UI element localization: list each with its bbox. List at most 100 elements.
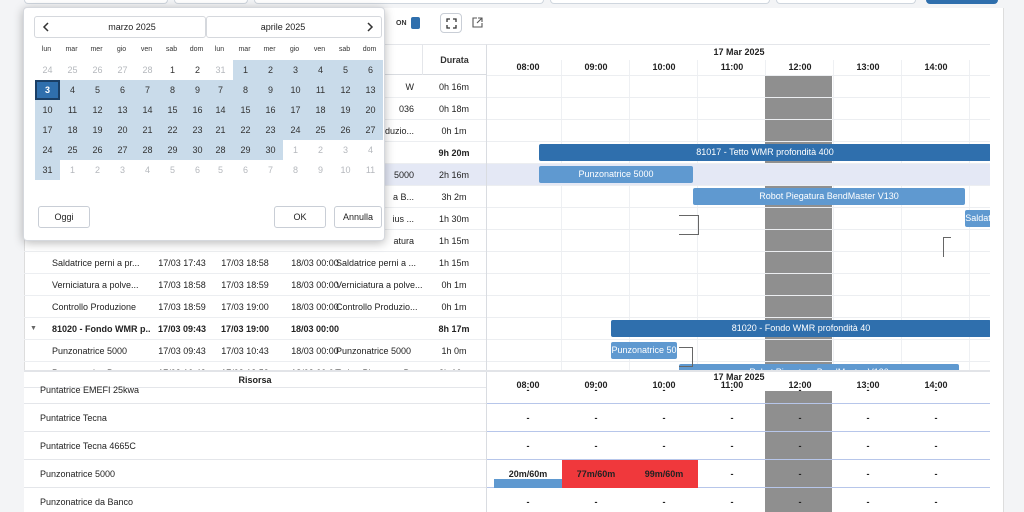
calendar-day[interactable]: 22 bbox=[160, 120, 185, 140]
prev-month-button[interactable] bbox=[35, 17, 57, 37]
calendar-day[interactable]: 14 bbox=[208, 100, 233, 120]
calendar-day[interactable]: 18 bbox=[60, 120, 85, 140]
summary-bar[interactable]: 81017 - Tetto WMR profondità 400 bbox=[539, 144, 990, 161]
calendar-day[interactable]: 5 bbox=[160, 160, 185, 180]
calendar-day[interactable]: 15 bbox=[160, 100, 185, 120]
calendar-day[interactable]: 6 bbox=[233, 160, 258, 180]
duration-header[interactable]: Durata bbox=[422, 45, 486, 75]
capacity-cell[interactable]: 20m/60m bbox=[494, 460, 562, 488]
task-row[interactable]: Punzonatrice B...17/03 10:4317/03 13:531… bbox=[24, 362, 486, 370]
calendar-day[interactable]: 10 bbox=[35, 100, 60, 120]
calendar-day[interactable]: 25 bbox=[60, 140, 85, 160]
calendar-day[interactable]: 10 bbox=[333, 160, 358, 180]
calendar-day[interactable]: 30 bbox=[185, 140, 210, 160]
resource-row[interactable]: Puntatrice Tecna bbox=[24, 404, 486, 432]
calendar-day[interactable]: 8 bbox=[160, 80, 185, 100]
view-toggle[interactable]: ON bbox=[396, 14, 420, 32]
calendar-day[interactable]: 17 bbox=[283, 100, 308, 120]
capacity-cell[interactable]: 99m/60m bbox=[630, 460, 698, 488]
task-bar[interactable]: Saldat bbox=[965, 210, 990, 227]
calendar-day[interactable]: 26 bbox=[85, 140, 110, 160]
calendar-day[interactable]: 12 bbox=[85, 100, 110, 120]
calendar-day[interactable]: 5 bbox=[208, 160, 233, 180]
calendar-day[interactable]: 19 bbox=[85, 120, 110, 140]
calendar-day[interactable]: 29 bbox=[160, 140, 185, 160]
calendar-day[interactable]: 1 bbox=[160, 60, 185, 80]
calendar-day[interactable]: 1 bbox=[233, 60, 258, 80]
calendar-day[interactable]: 13 bbox=[358, 80, 383, 100]
resource-row[interactable]: Punzonatrice da Banco bbox=[24, 488, 486, 512]
calendar-day[interactable]: 28 bbox=[135, 60, 160, 80]
calendar-day[interactable]: 6 bbox=[185, 160, 210, 180]
calendar-day[interactable]: 2 bbox=[258, 60, 283, 80]
chevron-down-icon[interactable]: ▼ bbox=[30, 318, 37, 340]
task-bar[interactable]: Robot Piegatura BendMaster V130 bbox=[693, 188, 965, 205]
calendar-day[interactable]: 17 bbox=[35, 120, 60, 140]
calendar-day[interactable]: 20 bbox=[110, 120, 135, 140]
calendar-day[interactable]: 2 bbox=[185, 60, 210, 80]
fullscreen-button[interactable] bbox=[440, 13, 462, 33]
task-row[interactable]: Verniciatura a polve... 17/03 18:58 17/03 … bbox=[24, 274, 486, 296]
calendar-day[interactable]: 25 bbox=[60, 60, 85, 80]
calendar-day[interactable]: 11 bbox=[60, 100, 85, 120]
task-row[interactable]: Controllo Produzione 17/03 18:59 17/03 19:… bbox=[24, 296, 486, 318]
calendar-day[interactable]: 6 bbox=[358, 60, 383, 80]
calendar-day[interactable]: 4 bbox=[135, 160, 160, 180]
calendar-day[interactable]: 4 bbox=[358, 140, 383, 160]
resource-row[interactable]: Punzonatrice 5000 bbox=[24, 460, 486, 488]
calendar-day[interactable]: 1 bbox=[60, 160, 85, 180]
calendar-day[interactable]: 23 bbox=[258, 120, 283, 140]
calendar-day[interactable]: 12 bbox=[333, 80, 358, 100]
date-to-input[interactable] bbox=[174, 0, 248, 4]
task-row[interactable]: Saldatrice perni a pr... 17/03 17:43 17/03… bbox=[24, 252, 486, 274]
group-row[interactable]: ▼ 81020 - Fondo WMR p... 17/03 09:43 17/03 … bbox=[24, 318, 486, 340]
calendar-day[interactable]: 2 bbox=[85, 160, 110, 180]
calendar-day[interactable]: 9 bbox=[258, 80, 283, 100]
today-button[interactable]: Oggi bbox=[38, 206, 90, 228]
date-from-input[interactable] bbox=[24, 0, 168, 4]
task-bar[interactable]: Punzonatrice 50 bbox=[611, 342, 677, 359]
calendar-day[interactable]: 3 bbox=[35, 80, 60, 100]
calendar-day[interactable]: 7 bbox=[208, 80, 233, 100]
calendar-day[interactable]: 5 bbox=[85, 80, 110, 100]
calendar-day[interactable]: 1 bbox=[283, 140, 308, 160]
next-month-button[interactable] bbox=[359, 17, 381, 37]
calendar-day[interactable]: 28 bbox=[135, 140, 160, 160]
calendar-day[interactable]: 3 bbox=[333, 140, 358, 160]
resource-row[interactable]: Puntatrice EMEFI 25kwa bbox=[24, 376, 486, 404]
calendar-day[interactable]: 13 bbox=[110, 100, 135, 120]
filter-input[interactable] bbox=[254, 0, 544, 4]
calendar-day[interactable]: 25 bbox=[308, 120, 333, 140]
capacity-cell[interactable]: 77m/60m bbox=[562, 460, 630, 488]
task-bar[interactable]: Punzonatrice 5000 bbox=[539, 166, 693, 183]
calendar-day[interactable]: 14 bbox=[135, 100, 160, 120]
calendar-day[interactable]: 15 bbox=[233, 100, 258, 120]
apply-button[interactable] bbox=[926, 0, 998, 4]
calendar-day[interactable]: 9 bbox=[308, 160, 333, 180]
calendar-day[interactable]: 31 bbox=[35, 160, 60, 180]
calendar-day[interactable]: 19 bbox=[333, 100, 358, 120]
option-select[interactable] bbox=[776, 0, 916, 4]
calendar-day[interactable]: 24 bbox=[35, 140, 60, 160]
calendar-day[interactable]: 16 bbox=[258, 100, 283, 120]
calendar-day[interactable]: 24 bbox=[35, 60, 60, 80]
calendar-day[interactable]: 16 bbox=[185, 100, 210, 120]
calendar-day[interactable]: 29 bbox=[233, 140, 258, 160]
calendar-day[interactable]: 7 bbox=[135, 80, 160, 100]
calendar-day[interactable]: 28 bbox=[208, 140, 233, 160]
calendar-day[interactable]: 10 bbox=[283, 80, 308, 100]
calendar-day[interactable]: 27 bbox=[110, 140, 135, 160]
calendar-day[interactable]: 2 bbox=[308, 140, 333, 160]
calendar-day[interactable]: 5 bbox=[333, 60, 358, 80]
calendar-day[interactable]: 23 bbox=[185, 120, 210, 140]
ok-button[interactable]: OK bbox=[274, 206, 326, 228]
calendar-day[interactable]: 31 bbox=[208, 60, 233, 80]
calendar-day[interactable]: 22 bbox=[233, 120, 258, 140]
calendar-day[interactable]: 26 bbox=[85, 60, 110, 80]
calendar-day[interactable]: 26 bbox=[333, 120, 358, 140]
calendar-day[interactable]: 27 bbox=[110, 60, 135, 80]
export-button[interactable] bbox=[470, 15, 484, 29]
calendar-day[interactable]: 11 bbox=[308, 80, 333, 100]
resource-row[interactable]: Puntatrice Tecna 4665C bbox=[24, 432, 486, 460]
resource-filter-input[interactable] bbox=[550, 0, 770, 4]
